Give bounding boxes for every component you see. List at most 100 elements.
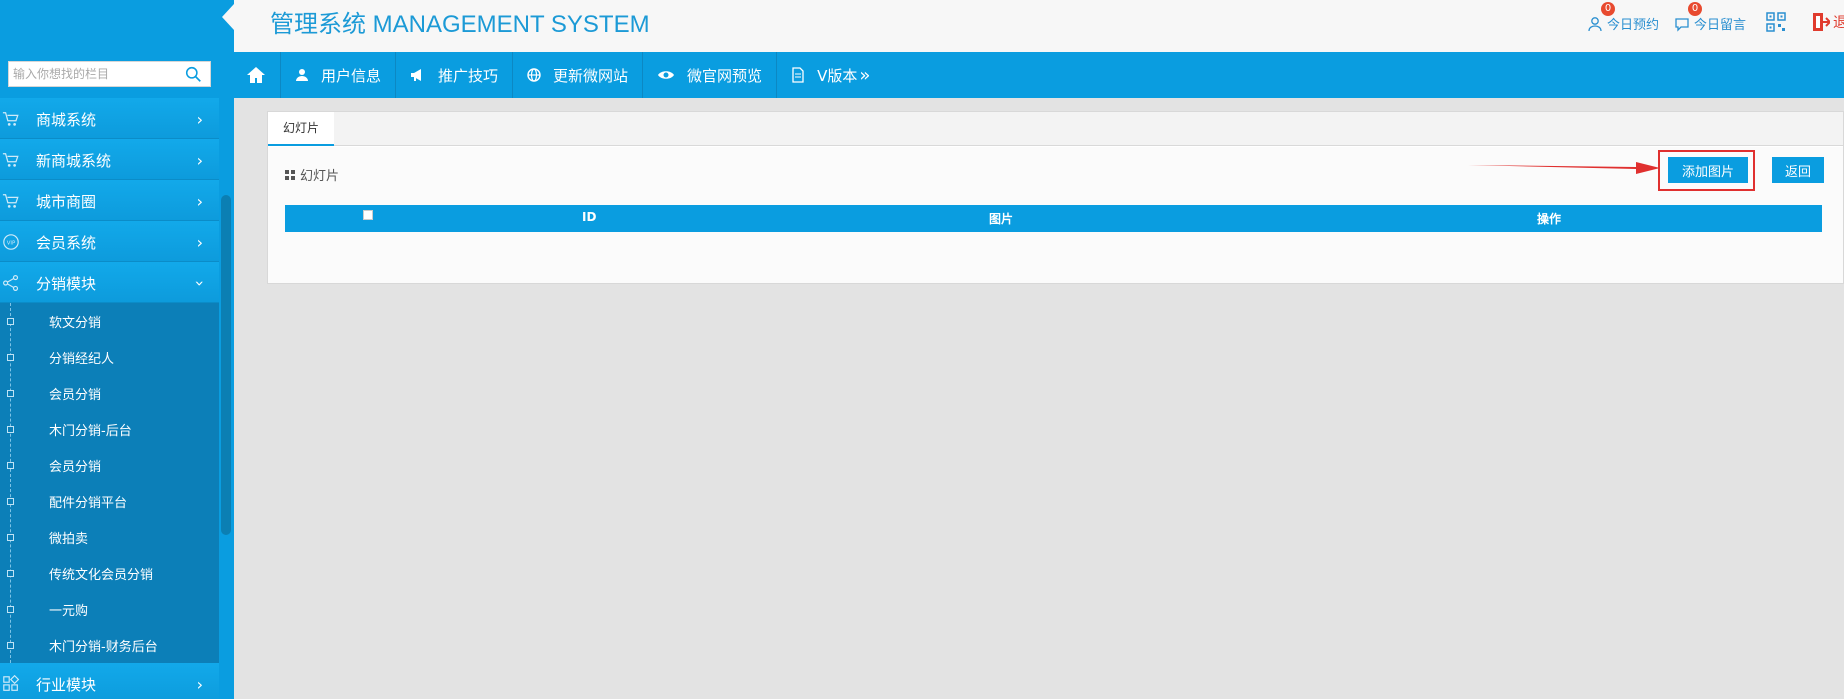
submenu-item-label: 微拍卖 (49, 532, 89, 547)
chevron-right-icon: › (196, 675, 203, 694)
submenu-item[interactable]: 配件分销平台 (0, 483, 219, 519)
vip-icon: VIP (3, 234, 19, 250)
chat-bubble-icon (1675, 17, 1689, 32)
cart-icon (2, 112, 19, 126)
slideshow-panel: 幻灯片 幻灯片 添加图片 返回 ID 图片 操作 (267, 111, 1844, 284)
user-icon (1588, 16, 1602, 31)
appointments-label: 今日预约 (1607, 18, 1660, 33)
section-title: 幻灯片 (285, 165, 339, 184)
column-header-image: 图片 (989, 212, 1014, 226)
submenu-item[interactable]: 分销经纪人 (0, 339, 219, 375)
sidebar-menu: 商城系统 › 新商城系统 › 城市商圈 › VIP 会员系统 › 分销模块 › … (0, 98, 219, 699)
submenu-item-label: 木门分销-后台 (49, 424, 132, 439)
submenu-item-label: 软文分销 (49, 316, 102, 331)
distribution-submenu: 软文分销 分销经纪人 会员分销 木门分销-后台 会员分销 配件分销平台 微拍卖 … (0, 303, 219, 663)
nav-label: V版本 (817, 66, 858, 85)
tree-node-icon (7, 354, 14, 361)
sidebar-collapse-notch[interactable] (222, 4, 234, 30)
column-header-actions: 操作 (1537, 212, 1562, 226)
sidebar-item-label: 行业模块 (36, 676, 97, 694)
home-icon (247, 67, 265, 83)
top-header: 管理系统 MANAGEMENT SYSTEM 0 今日预约 0 今日留言 退 (234, 0, 1844, 52)
sidebar-search (8, 61, 211, 87)
slides-table-header: ID 图片 操作 (285, 205, 1822, 232)
double-chevron-right-icon[interactable]: » (859, 65, 870, 86)
chevron-down-icon: › (190, 280, 210, 287)
document-icon (792, 67, 804, 83)
nav-user-info[interactable]: 用户信息 (281, 52, 397, 98)
sidebar-item-member[interactable]: VIP 会员系统 › (0, 221, 219, 262)
submenu-item[interactable]: 会员分销 (0, 375, 219, 411)
sidebar-item-label: 商城系统 (36, 111, 97, 129)
search-icon[interactable] (185, 66, 202, 83)
sidebar-item-label: 分销模块 (36, 275, 97, 293)
tree-node-icon (7, 462, 14, 469)
submenu-item[interactable]: 一元购 (0, 591, 219, 627)
sidebar-item-label: 新商城系统 (36, 152, 112, 170)
sidebar-scrollbar[interactable] (221, 195, 231, 535)
column-header-id: ID (582, 210, 597, 224)
nav-label: 用户信息 (321, 66, 382, 85)
logout-label: 退 (1833, 15, 1844, 31)
nav-label: 更新微网站 (553, 66, 629, 85)
back-button[interactable]: 返回 (1772, 157, 1824, 183)
select-all-checkbox[interactable] (363, 210, 373, 220)
submenu-item-label: 会员分销 (49, 388, 102, 403)
megaphone-icon (411, 69, 422, 81)
tree-node-icon (7, 318, 14, 325)
sidebar-item-city-business[interactable]: 城市商圈 › (0, 180, 219, 221)
nav-version[interactable]: V版本 » (777, 52, 884, 98)
submenu-item-label: 一元购 (49, 604, 89, 619)
tree-node-icon (7, 390, 14, 397)
sidebar-item-new-mall[interactable]: 新商城系统 › (0, 139, 219, 180)
share-icon (3, 275, 19, 291)
nav-promotion-tips[interactable]: 推广技巧 (396, 52, 514, 98)
tree-node-icon (7, 426, 14, 433)
svg-text:VIP: VIP (7, 241, 16, 247)
submenu-item-label: 配件分销平台 (49, 496, 128, 511)
sidebar-search-input[interactable] (9, 62, 179, 86)
chevron-right-icon: › (196, 110, 203, 129)
submenu-item-label: 传统文化会员分销 (49, 568, 154, 583)
today-messages-link[interactable]: 0 今日留言 (1674, 2, 1747, 33)
chevron-right-icon: › (196, 233, 203, 252)
submenu-item-label: 木门分销-财务后台 (49, 640, 158, 655)
tab-bar: 幻灯片 (268, 112, 1843, 146)
add-image-button[interactable]: 添加图片 (1668, 157, 1748, 183)
messages-label: 今日留言 (1694, 18, 1747, 33)
section-title-label: 幻灯片 (300, 169, 340, 184)
messages-badge: 0 (1688, 2, 1702, 16)
submenu-item-label: 会员分销 (49, 460, 102, 475)
tree-node-icon (7, 642, 14, 649)
submenu-item[interactable]: 软文分销 (0, 303, 219, 339)
qr-code-icon[interactable] (1766, 12, 1786, 32)
sidebar-item-mall[interactable]: 商城系统 › (0, 98, 219, 139)
cart-icon (2, 194, 19, 208)
tree-node-icon (7, 570, 14, 577)
nav-update-site[interactable]: 更新微网站 (513, 52, 644, 98)
red-arrow-annotation (1468, 162, 1660, 174)
nav-label: 微官网预览 (687, 66, 763, 85)
submenu-item[interactable]: 会员分销 (0, 447, 219, 483)
globe-icon (527, 68, 541, 82)
submenu-item-label: 分销经纪人 (49, 352, 115, 367)
user-icon (296, 69, 308, 81)
submenu-item[interactable]: 微拍卖 (0, 519, 219, 555)
sidebar: 商城系统 › 新商城系统 › 城市商圈 › VIP 会员系统 › (0, 0, 234, 699)
logout-link[interactable]: 退 (1812, 12, 1844, 32)
sidebar-item-label: 会员系统 (36, 234, 97, 252)
sidebar-item-distribution[interactable]: 分销模块 › (0, 262, 219, 303)
chevron-right-icon: › (196, 192, 203, 211)
today-appointments-link[interactable]: 0 今日预约 (1587, 2, 1660, 33)
submenu-item[interactable]: 传统文化会员分销 (0, 555, 219, 591)
nav-site-preview[interactable]: 微官网预览 (643, 52, 778, 98)
submenu-item[interactable]: 木门分销-财务后台 (0, 627, 219, 663)
tree-node-icon (7, 606, 14, 613)
nav-home[interactable] (234, 52, 281, 98)
logout-icon (1813, 13, 1830, 31)
appointments-badge: 0 (1601, 2, 1615, 16)
tab-slideshow[interactable]: 幻灯片 (268, 112, 335, 146)
sidebar-item-industry[interactable]: 行业模块 › (0, 663, 219, 699)
submenu-item[interactable]: 木门分销-后台 (0, 411, 219, 447)
sidebar-item-label: 城市商圈 (36, 193, 97, 211)
